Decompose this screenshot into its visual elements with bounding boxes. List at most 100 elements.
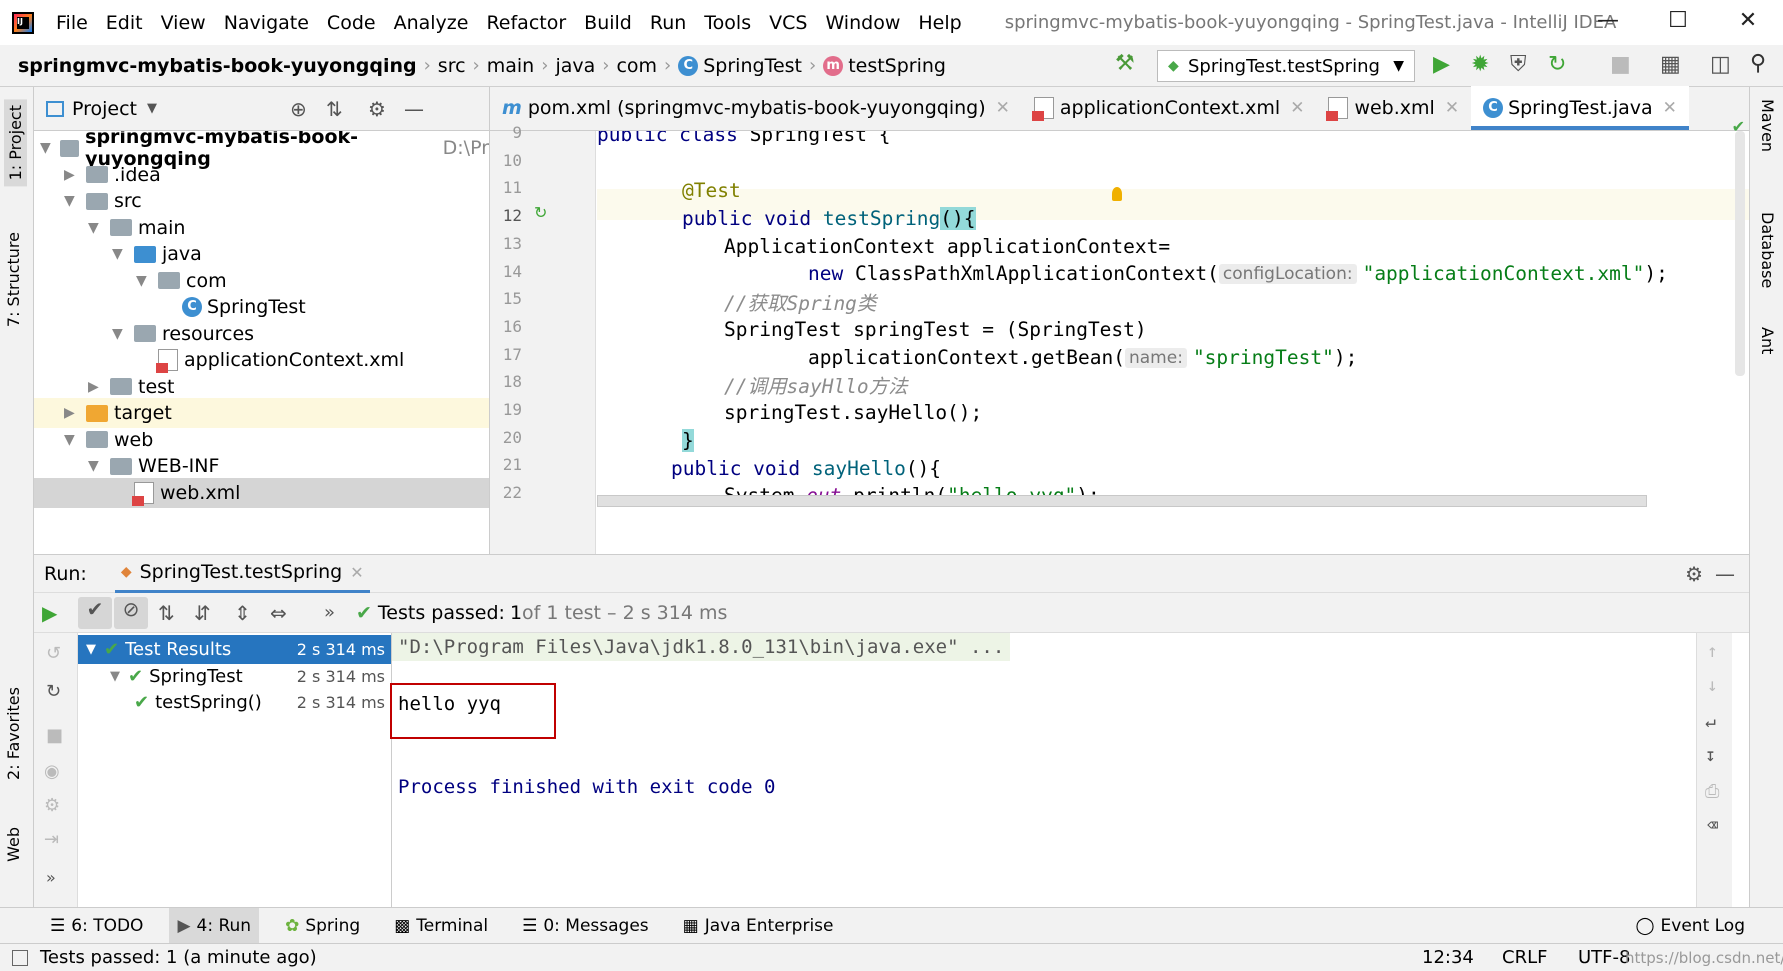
lightbulb-icon[interactable] xyxy=(1112,187,1122,201)
sort-duration-icon[interactable]: ⇵ xyxy=(194,601,211,625)
camera-icon[interactable]: ◉ xyxy=(44,761,60,782)
project-tool-tab[interactable]: 1: Project xyxy=(4,99,27,187)
chevron-down-icon[interactable]: ▼ xyxy=(110,669,120,684)
maximize-button[interactable]: ☐ xyxy=(1658,8,1698,38)
tree-node-web[interactable]: ▼ web xyxy=(34,425,489,455)
tree-node-main[interactable]: ▼ main xyxy=(34,213,489,243)
tool-tab-messages[interactable]: ☰ 0: Messages xyxy=(514,908,657,944)
database-tool-tab[interactable]: Database xyxy=(1758,212,1777,288)
stop-icon[interactable]: ■ xyxy=(46,725,63,746)
chevron-down-icon[interactable]: ▼ xyxy=(88,458,104,474)
tool-tab-todo[interactable]: ☰ 6: TODO xyxy=(42,908,151,944)
tool-tab-event-log[interactable]: ◯ Event Log xyxy=(1628,908,1754,944)
project-structure-icon[interactable]: ▦ xyxy=(1660,52,1681,77)
menu-window[interactable]: Window xyxy=(825,12,900,34)
tree-node-springmvc-mybatis-book-yuyongqing[interactable]: ▼ springmvc-mybatis-book-yuyongqing D:\Pr xyxy=(34,131,489,170)
menu-code[interactable]: Code xyxy=(327,12,376,34)
tool-tab-java-enterprise[interactable]: ▦ Java Enterprise xyxy=(675,908,842,944)
show-ignored-icon[interactable]: ⊘ xyxy=(114,597,148,629)
structure-tool-tab[interactable]: 7: Structure xyxy=(4,232,23,327)
run-configuration-select[interactable]: ◆ SpringTest.testSpring ▼ xyxy=(1157,50,1415,82)
project-view-select[interactable]: Project xyxy=(72,98,137,120)
ant-tool-tab[interactable]: Ant xyxy=(1758,327,1777,354)
hide-panel-icon[interactable]: — xyxy=(1715,562,1735,586)
menu-run[interactable]: Run xyxy=(650,12,686,34)
chevron-down-icon[interactable]: ▼ xyxy=(64,432,80,448)
rerun-icon[interactable]: ▶ xyxy=(42,601,57,625)
breadcrumb-java[interactable]: java xyxy=(555,55,595,77)
code-area[interactable]: public class SpringTest { @Test public v… xyxy=(597,131,1749,554)
close-icon[interactable]: ✕ xyxy=(1445,98,1459,118)
web-tool-tab[interactable]: Web xyxy=(4,827,23,862)
settings-icon[interactable]: ⚙ xyxy=(44,795,60,816)
locate-target-icon[interactable]: ⊕ xyxy=(290,97,307,121)
menu-view[interactable]: View xyxy=(161,12,206,34)
chevron-down-icon[interactable]: ▼ xyxy=(112,246,128,262)
breadcrumb-class[interactable]: SpringTest xyxy=(703,55,802,77)
close-icon[interactable]: ✕ xyxy=(350,563,363,582)
chevron-down-icon[interactable]: ▼ xyxy=(40,140,54,156)
soft-wrap-icon[interactable]: ↵ xyxy=(1705,711,1716,732)
breadcrumb-src[interactable]: src xyxy=(438,55,466,77)
maven-tool-tab[interactable]: Maven xyxy=(1758,99,1777,152)
cursor-position[interactable]: 12:34 xyxy=(1422,947,1474,968)
breadcrumb-project[interactable]: springmvc-mybatis-book-yuyongqing xyxy=(18,55,417,77)
close-icon[interactable]: ✕ xyxy=(996,98,1010,118)
coverage-icon[interactable]: ⛨ xyxy=(1510,52,1527,77)
close-icon[interactable]: ✕ xyxy=(1290,98,1304,118)
minimize-button[interactable]: — xyxy=(1588,8,1628,38)
breadcrumb-com[interactable]: com xyxy=(616,55,657,77)
tab-applicationcontext-xml[interactable]: applicationContext.xml ✕ xyxy=(1022,86,1317,130)
menu-tools[interactable]: Tools xyxy=(704,12,751,34)
file-encoding[interactable]: UTF-8 xyxy=(1578,947,1630,968)
menu-vcs[interactable]: VCS xyxy=(769,12,807,34)
chevron-right-icon[interactable]: ▶ xyxy=(88,379,104,395)
breadcrumb-method[interactable]: testSpring xyxy=(848,55,946,77)
profile-icon[interactable]: ↻ xyxy=(1548,52,1566,77)
chevron-down-icon[interactable]: ▼ xyxy=(86,642,96,657)
gear-icon[interactable]: ⚙ xyxy=(368,97,386,121)
test-node-springtest[interactable]: ▼ ✔ SpringTest 2 s 314 ms xyxy=(78,662,391,691)
menu-navigate[interactable]: Navigate xyxy=(224,12,309,34)
chevron-down-icon[interactable]: ▼ xyxy=(147,101,157,116)
tool-tab-run[interactable]: ▶ 4: Run xyxy=(169,907,260,944)
tool-tab-terminal[interactable]: ▩ Terminal xyxy=(386,908,496,944)
tree-node--idea[interactable]: ▶ .idea xyxy=(34,160,489,190)
run-icon[interactable]: ▶ xyxy=(1433,52,1450,77)
tree-node-resources[interactable]: ▼ resources xyxy=(34,319,489,349)
tab-web-xml[interactable]: web.xml ✕ xyxy=(1316,86,1471,130)
chevron-down-icon[interactable]: ▼ xyxy=(136,273,152,289)
sdk-icon[interactable]: ◫ xyxy=(1710,52,1731,77)
menu-help[interactable]: Help xyxy=(918,12,961,34)
favorites-tool-tab[interactable]: 2: Favorites xyxy=(4,687,23,780)
chevron-right-icon[interactable]: ▶ xyxy=(64,167,80,183)
search-icon[interactable]: ⚲ xyxy=(1750,51,1766,76)
tab-pom-xml[interactable]: m pom.xml (springmvc-mybatis-book-yuyong… xyxy=(490,86,1022,130)
debug-bug-icon[interactable]: ✹ xyxy=(1471,52,1489,77)
run-test-gutter-icon[interactable]: ↻ xyxy=(534,203,547,222)
tree-node-src[interactable]: ▼ src xyxy=(34,186,489,216)
menu-edit[interactable]: Edit xyxy=(106,12,143,34)
tree-node-test[interactable]: ▶ test xyxy=(34,372,489,402)
collapse-all-icon[interactable]: ⇔ xyxy=(270,601,287,625)
expand-all-icon[interactable]: ⇕ xyxy=(234,601,251,625)
build-hammer-icon[interactable]: ⚒ xyxy=(1115,51,1135,76)
sort-alpha-icon[interactable]: ⇅ xyxy=(158,601,175,625)
more-icon[interactable]: » xyxy=(324,602,335,623)
console-output[interactable]: "D:\Program Files\Java\jdk1.8.0_131\bin\… xyxy=(390,633,1742,908)
horizontal-scrollbar[interactable] xyxy=(597,495,1647,507)
scroll-to-end-icon[interactable]: ↧ xyxy=(1705,745,1716,766)
tree-node-web-xml[interactable]: web.xml xyxy=(34,477,489,508)
menu-build[interactable]: Build xyxy=(584,12,632,34)
trash-icon[interactable]: ⌫ xyxy=(1707,815,1718,836)
tool-tab-spring[interactable]: ✿ Spring xyxy=(277,908,368,944)
hide-panel-icon[interactable]: — xyxy=(404,97,424,121)
rerun-failed-icon[interactable]: ↺ xyxy=(46,643,61,664)
collapse-all-icon[interactable]: ⇅ xyxy=(326,97,343,121)
menu-refactor[interactable]: Refactor xyxy=(486,12,566,34)
menu-file[interactable]: File xyxy=(56,12,88,34)
tab-springtest-java[interactable]: C SpringTest.java ✕ xyxy=(1471,86,1689,130)
tree-node-web-inf[interactable]: ▼ WEB-INF xyxy=(34,451,489,481)
toggle-tool-windows-icon[interactable] xyxy=(12,949,28,966)
arrow-down-icon[interactable]: ↓ xyxy=(1707,675,1718,696)
